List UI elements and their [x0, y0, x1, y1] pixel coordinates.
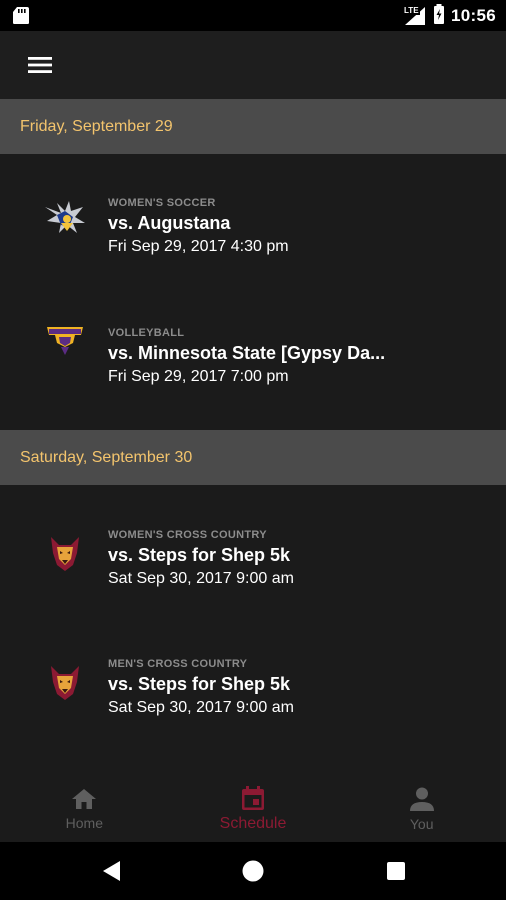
recents-square-icon [387, 862, 405, 880]
hamburger-menu-icon [28, 57, 52, 73]
event-item[interactable]: WOMEN'S SOCCER vs. Augustana Fri Sep 29,… [0, 154, 506, 284]
clock: 10:56 [451, 6, 496, 25]
nav-you[interactable]: You [337, 775, 506, 842]
event-sport: VOLLEYBALL [108, 327, 185, 339]
event-title: vs. Augustana [108, 213, 231, 233]
minnesota-state-logo [42, 316, 88, 362]
event-sport: MEN'S CROSS COUNTRY [108, 658, 248, 670]
menu-button[interactable] [22, 49, 58, 81]
wolf-logo [42, 530, 88, 576]
wolf-logo [42, 659, 88, 705]
nav-schedule-label: Schedule [219, 814, 287, 832]
event-time: Fri Sep 29, 2017 4:30 pm [108, 238, 289, 255]
battery-charging-icon [433, 3, 445, 29]
nav-schedule[interactable]: Schedule [169, 775, 338, 842]
home-button[interactable] [240, 859, 266, 883]
lte-signal-icon: LTE [403, 6, 427, 26]
sd-card-icon [12, 6, 30, 25]
date-header: Friday, September 29 [0, 99, 506, 154]
event-time: Sat Sep 30, 2017 9:00 am [108, 699, 294, 716]
calendar-icon [242, 785, 264, 810]
date-header: Saturday, September 30 [0, 430, 506, 485]
event-sport: WOMEN'S CROSS COUNTRY [108, 529, 267, 541]
event-sport: WOMEN'S SOCCER [108, 197, 216, 209]
back-button[interactable] [98, 859, 124, 883]
bottom-navigation: Home Schedule You [0, 775, 506, 842]
event-item[interactable]: VOLLEYBALL vs. Minnesota State [Gypsy Da… [0, 284, 506, 430]
event-time: Fri Sep 29, 2017 7:00 pm [108, 368, 289, 385]
nav-home[interactable]: Home [0, 775, 169, 842]
augustana-viking-logo [42, 194, 88, 240]
nav-you-label: You [409, 815, 434, 832]
app-bar [0, 31, 506, 99]
home-icon [72, 788, 97, 809]
schedule-list[interactable]: Friday, September 29 WOMEN'S SOCCER vs. … [0, 99, 506, 775]
nav-home-label: Home [65, 814, 104, 831]
event-item[interactable]: MEN'S CROSS COUNTRY vs. Steps for Shep 5… [0, 615, 506, 745]
event-title: vs. Minnesota State [Gypsy Da... [108, 343, 386, 363]
event-title: vs. Steps for Shep 5k [108, 545, 291, 565]
person-icon [409, 787, 434, 811]
home-circle-icon [242, 860, 264, 882]
recents-button[interactable] [383, 859, 409, 883]
status-bar: LTE 10:56 [0, 0, 506, 31]
event-title: vs. Steps for Shep 5k [108, 674, 291, 694]
system-navigation-bar [0, 842, 506, 900]
event-item[interactable]: WOMEN'S CROSS COUNTRY vs. Steps for Shep… [0, 485, 506, 615]
back-triangle-icon [103, 861, 120, 881]
event-time: Sat Sep 30, 2017 9:00 am [108, 570, 294, 587]
